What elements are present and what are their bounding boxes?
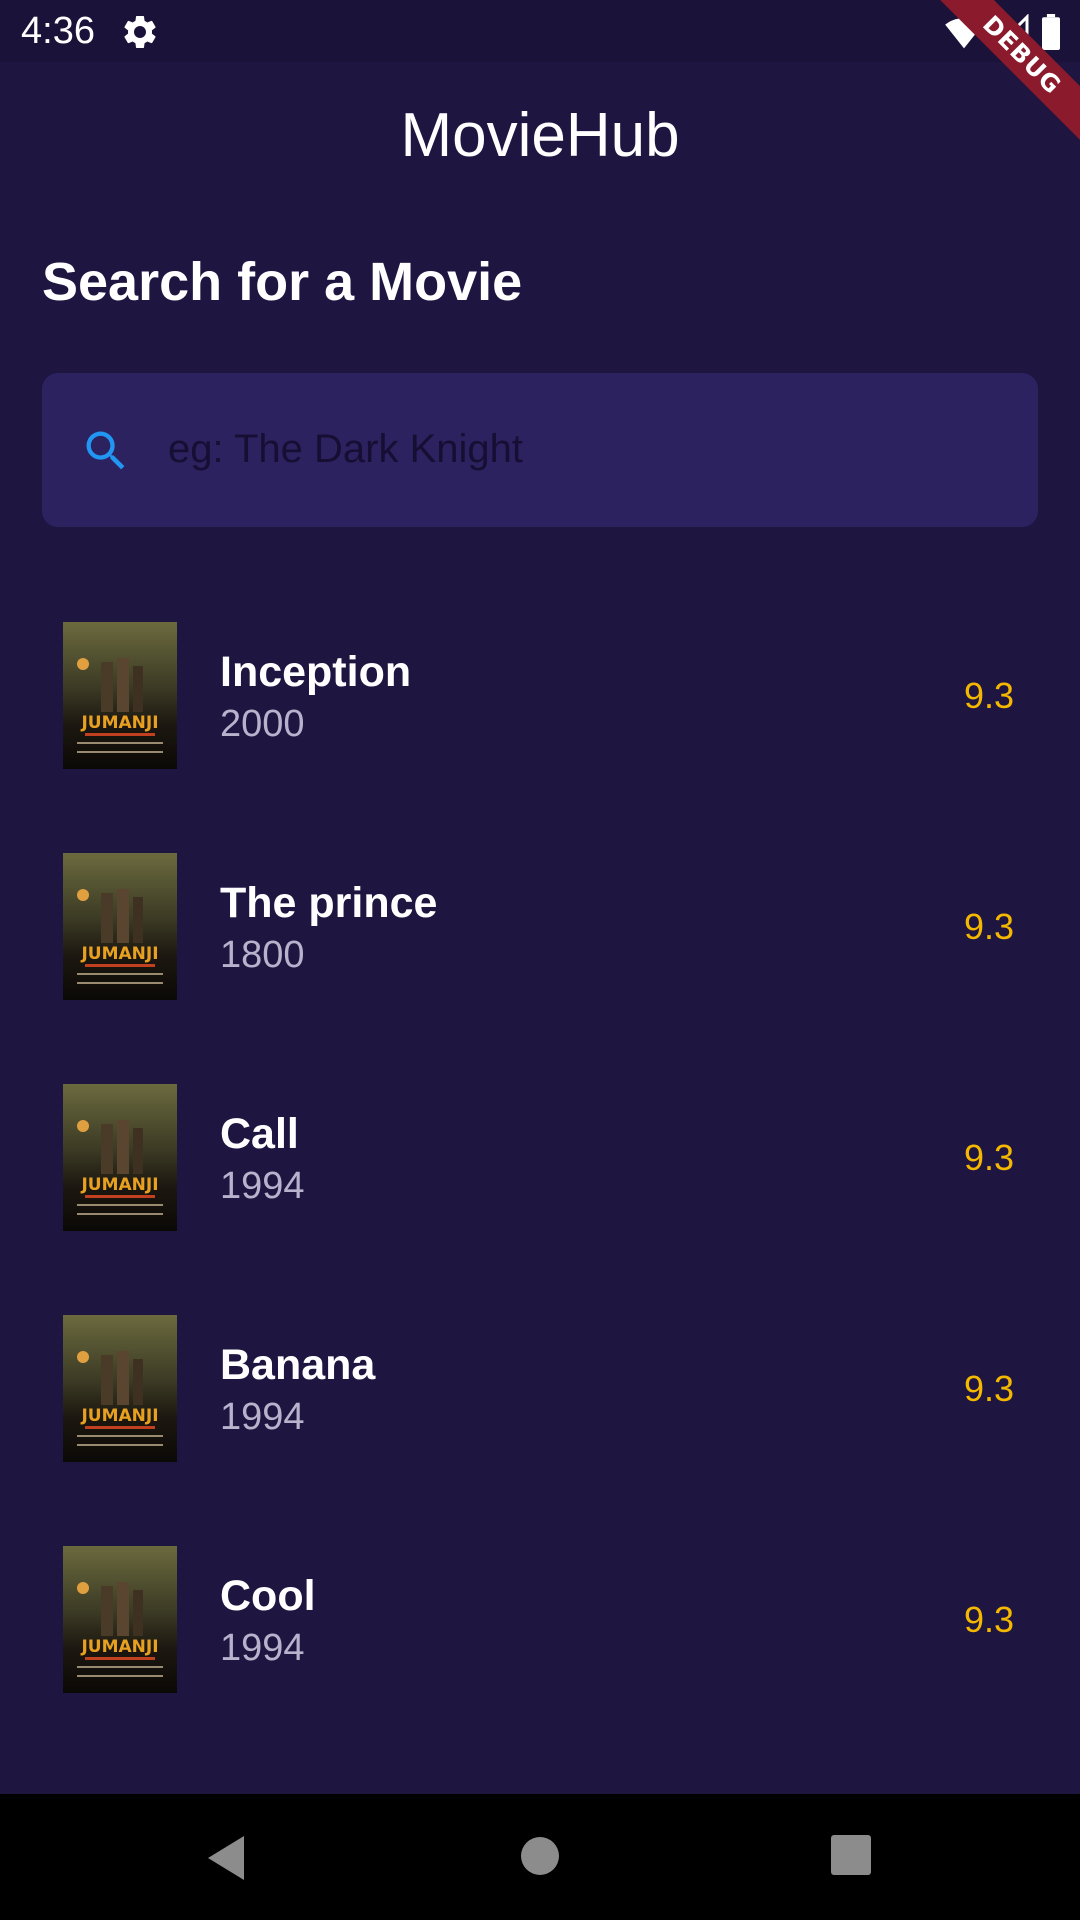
movie-rating: 9.3 xyxy=(963,906,1014,947)
movie-year: 1994 xyxy=(220,1165,305,1207)
status-icons xyxy=(944,12,1062,52)
home-icon[interactable] xyxy=(520,1836,560,1876)
movie-year: 2000 xyxy=(220,703,305,745)
movie-rating: 9.3 xyxy=(963,1368,1014,1409)
movie-list-item[interactable]: JUMANJI Call 1994 9.3 xyxy=(0,1062,1080,1293)
status-bar: 4:36 xyxy=(0,0,1080,62)
movie-title: The prince xyxy=(220,879,438,927)
wifi-icon xyxy=(945,18,983,49)
signal-icon xyxy=(994,14,1029,49)
search-input[interactable] xyxy=(168,414,988,484)
svg-text:JUMANJI: JUMANJI xyxy=(80,1406,158,1426)
movie-year: 1994 xyxy=(220,1396,305,1438)
search-heading: Search for a Movie xyxy=(42,252,523,312)
movie-year: 1994 xyxy=(220,1627,305,1669)
movie-list-item[interactable]: JUMANJI Banana 1994 9.3 xyxy=(0,1293,1080,1524)
status-time: 4:36 xyxy=(21,10,95,52)
movie-year: 1800 xyxy=(220,934,305,976)
movie-rating: 9.3 xyxy=(963,1137,1014,1178)
screen: 4:36 DEBUG MovieHub Search for a Movie e… xyxy=(0,0,1080,1920)
movie-list-item[interactable]: JUMANJI Cool 1994 9.3 xyxy=(0,1524,1080,1755)
gear-icon xyxy=(124,15,156,48)
back-icon[interactable] xyxy=(204,1834,248,1882)
battery-icon xyxy=(1042,14,1060,50)
navigation-bar xyxy=(0,1794,1080,1920)
movie-list-item[interactable]: JUMANJI The prince 1800 9.3 xyxy=(0,831,1080,1062)
svg-text:JUMANJI: JUMANJI xyxy=(80,1637,158,1657)
app-title: MovieHub xyxy=(400,101,680,170)
movie-poster: JUMANJI xyxy=(63,622,177,769)
svg-text:JUMANJI: JUMANJI xyxy=(80,944,158,964)
movie-poster: JUMANJI xyxy=(63,853,177,1000)
movie-poster: JUMANJI xyxy=(63,1546,177,1693)
movie-title: Call xyxy=(220,1110,299,1158)
recents-icon[interactable] xyxy=(831,1835,871,1875)
movie-title: Inception xyxy=(220,648,412,696)
movie-rating: 9.3 xyxy=(963,1599,1014,1640)
svg-text:JUMANJI: JUMANJI xyxy=(80,713,158,733)
movie-poster: JUMANJI xyxy=(63,1084,177,1231)
search-icon xyxy=(86,431,125,470)
movie-title: Banana xyxy=(220,1341,376,1389)
movie-title: Cool xyxy=(220,1572,316,1620)
svg-text:JUMANJI: JUMANJI xyxy=(80,1175,158,1195)
movie-poster: JUMANJI xyxy=(63,1315,177,1462)
movie-list: JUMANJI Inception 2000 9.3 JUMANJI The p… xyxy=(0,600,1080,1755)
movie-rating: 9.3 xyxy=(963,675,1014,716)
movie-list-item[interactable]: JUMANJI Inception 2000 9.3 xyxy=(0,600,1080,831)
